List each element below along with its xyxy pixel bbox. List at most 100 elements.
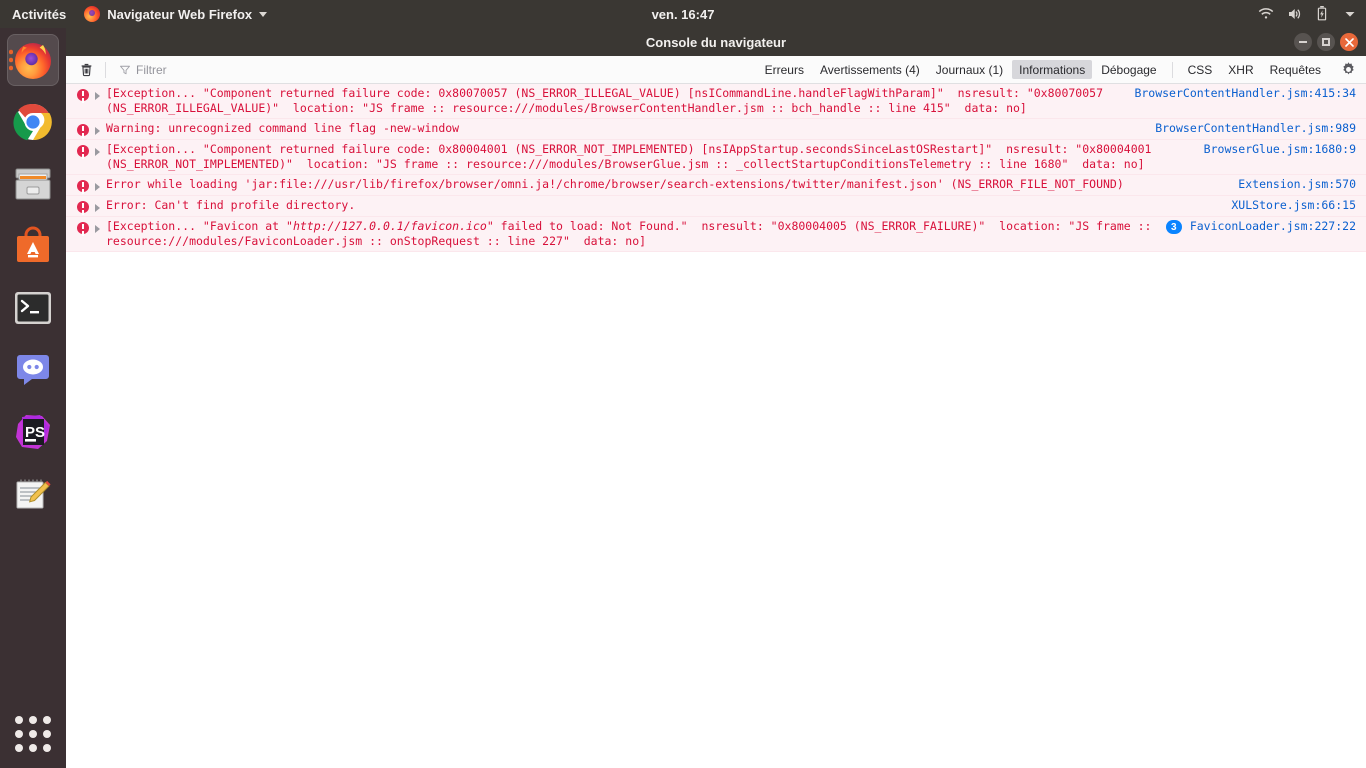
- expand-twisty-icon[interactable]: [95, 92, 100, 100]
- console-message-text: Warning: unrecognized command line flag …: [106, 121, 460, 135]
- file-manager-icon: [15, 168, 51, 200]
- gear-icon: [1342, 62, 1354, 75]
- error-icon: [77, 222, 89, 234]
- firefox-logo-icon: [84, 6, 101, 22]
- window-controls: [1294, 28, 1358, 56]
- maximize-button[interactable]: [1317, 33, 1335, 51]
- console-message-text: Error while loading 'jar:file:///usr/lib…: [106, 177, 1124, 191]
- apps-grid-dot: [15, 744, 23, 752]
- apps-grid-dot: [29, 730, 37, 738]
- clear-console-button[interactable]: [74, 59, 98, 81]
- apps-grid-dot: [15, 730, 23, 738]
- expand-twisty-icon[interactable]: [95, 225, 100, 233]
- filter-css[interactable]: CSS: [1181, 60, 1220, 79]
- console-message-row[interactable]: Error while loading 'jar:file:///usr/lib…: [66, 175, 1366, 196]
- firefox-icon: [15, 43, 51, 79]
- console-message-meta: BrowserGlue.jsm:1680:9: [1204, 142, 1366, 157]
- console-message-row[interactable]: [Exception... "Component returned failur…: [66, 140, 1366, 175]
- ubuntu-software-icon: [17, 226, 49, 262]
- close-button[interactable]: [1340, 33, 1358, 51]
- app-menu-button[interactable]: Navigateur Web Firefox: [76, 0, 275, 28]
- phpstorm-icon: PS: [16, 415, 50, 449]
- dock-item-discord[interactable]: [7, 344, 59, 396]
- filter-debug[interactable]: Débogage: [1094, 60, 1163, 79]
- show-applications-button[interactable]: [11, 712, 55, 756]
- console-message-row[interactable]: Error: Can't find profile directory. XUL…: [66, 196, 1366, 217]
- filter-separator: [1171, 61, 1173, 78]
- filter-icon: [120, 65, 130, 74]
- svg-text:PS: PS: [25, 424, 45, 441]
- dock-item-file-manager[interactable]: [7, 158, 59, 210]
- gnome-top-bar: Activités Navigateur Web Firefox ven. 16…: [0, 0, 1366, 28]
- terminal-icon: [15, 292, 51, 324]
- console-message-list[interactable]: [Exception... "Component returned failur…: [66, 84, 1366, 768]
- console-message-meta: BrowserContentHandler.jsm:989: [1155, 121, 1366, 136]
- console-message-meta: XULStore.jsm:66:15: [1231, 198, 1366, 213]
- source-link[interactable]: Extension.jsm:570: [1238, 177, 1356, 192]
- filter-requests[interactable]: Requêtes: [1263, 60, 1328, 79]
- apps-grid-dot: [43, 716, 51, 724]
- error-icon: [77, 201, 89, 213]
- console-settings-button[interactable]: [1336, 59, 1360, 81]
- discord-icon: [17, 355, 49, 385]
- console-message-text: [Exception... "Favicon at "http://127.0.…: [106, 219, 1166, 248]
- expand-twisty-icon[interactable]: [95, 183, 100, 191]
- app-menu-label: Navigateur Web Firefox: [107, 6, 253, 22]
- console-message-text: Error: Can't find profile directory.: [106, 198, 356, 212]
- expand-twisty-icon[interactable]: [95, 148, 100, 156]
- filter-warnings[interactable]: Avertissements (4): [813, 60, 927, 79]
- text-editor-icon: [16, 479, 51, 509]
- dock-item-ubuntu-software[interactable]: [7, 220, 59, 272]
- source-link[interactable]: XULStore.jsm:66:15: [1231, 198, 1356, 213]
- dock-item-firefox[interactable]: [7, 34, 59, 86]
- source-link[interactable]: BrowserGlue.jsm:1680:9: [1204, 142, 1356, 157]
- expand-twisty-icon[interactable]: [95, 204, 100, 212]
- filter-errors[interactable]: Erreurs: [758, 60, 811, 79]
- error-icon: [77, 124, 89, 136]
- activities-label: Activités: [12, 6, 67, 22]
- chevron-down-icon: [259, 11, 268, 17]
- console-toolbar: Filtrer Erreurs Avertissements (4) Journ…: [66, 56, 1366, 84]
- error-icon: [77, 89, 89, 101]
- apps-grid-dot: [29, 744, 37, 752]
- filter-logs[interactable]: Journaux (1): [929, 60, 1010, 79]
- window-title: Console du navigateur: [645, 34, 787, 50]
- console-filter-buttons: Erreurs Avertissements (4) Journaux (1) …: [758, 59, 1360, 81]
- dock-item-phpstorm[interactable]: PS: [7, 406, 59, 458]
- source-link[interactable]: BrowserContentHandler.jsm:415:34: [1134, 86, 1356, 101]
- console-message-meta: Extension.jsm:570: [1238, 177, 1366, 192]
- console-message-row[interactable]: [Exception... "Favicon at "http://127.0.…: [66, 217, 1366, 252]
- console-message-row[interactable]: [Exception... "Component returned failur…: [66, 84, 1366, 119]
- apps-grid-dot: [15, 716, 23, 724]
- message-text-pre: [Exception... "Favicon at ": [106, 219, 293, 233]
- console-message-text: [Exception... "Component returned failur…: [106, 86, 1103, 115]
- dock-item-terminal[interactable]: [7, 282, 59, 334]
- minimize-button[interactable]: [1294, 33, 1312, 51]
- message-url: http://127.0.0.1/favicon.ico: [292, 219, 487, 233]
- console-message-row[interactable]: Warning: unrecognized command line flag …: [66, 119, 1366, 140]
- close-icon: [1344, 37, 1354, 47]
- source-link[interactable]: BrowserContentHandler.jsm:989: [1155, 121, 1356, 136]
- apps-grid-dot: [43, 730, 51, 738]
- filter-xhr[interactable]: XHR: [1221, 60, 1260, 79]
- filter-placeholder: Filtrer: [136, 62, 167, 77]
- window-titlebar: Console du navigateur: [66, 28, 1366, 56]
- google-chrome-icon: [13, 103, 52, 141]
- battery-icon: [1317, 6, 1327, 21]
- filter-input[interactable]: Filtrer: [113, 60, 293, 80]
- apps-grid-dot: [29, 716, 37, 724]
- console-message-meta: 3 FaviconLoader.jsm:227:22: [1165, 219, 1366, 234]
- activities-button[interactable]: Activités: [0, 0, 76, 28]
- error-icon: [77, 180, 89, 192]
- console-message-text: [Exception... "Component returned failur…: [106, 142, 1152, 171]
- apps-grid-dot: [43, 744, 51, 752]
- system-status-area[interactable]: [1258, 0, 1358, 28]
- console-message-meta: BrowserContentHandler.jsm:415:34: [1134, 86, 1366, 101]
- expand-twisty-icon[interactable]: [95, 127, 100, 135]
- error-icon: [77, 145, 89, 157]
- dock-item-text-editor[interactable]: [7, 468, 59, 520]
- system-menu-chevron-icon: [1345, 12, 1355, 17]
- source-link[interactable]: FaviconLoader.jsm:227:22: [1190, 219, 1356, 234]
- dock-item-google-chrome[interactable]: [7, 96, 59, 148]
- filter-info[interactable]: Informations: [1012, 60, 1093, 79]
